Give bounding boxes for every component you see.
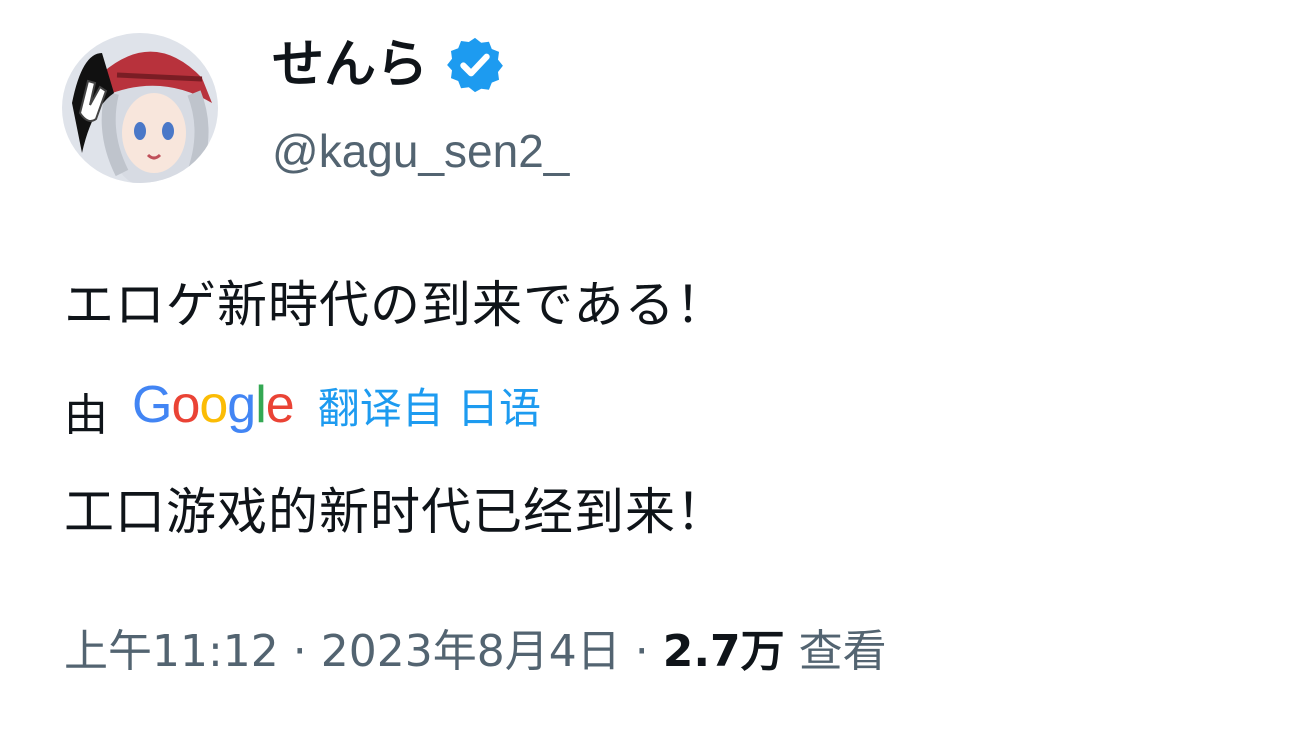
separator-dot: · <box>278 626 321 677</box>
tweet-date[interactable]: 2023年8月4日 <box>321 626 621 677</box>
google-logo-letter: G <box>132 376 172 434</box>
tweet-time[interactable]: 上午11:12 <box>64 626 279 677</box>
translated-from-link[interactable]: 翻译自 日语 <box>318 375 541 436</box>
translation-attribution: 由 Google 翻译自 日语 <box>64 370 541 441</box>
translate-by-label: 由 <box>64 390 108 441</box>
google-logo-letter: l <box>255 376 267 434</box>
google-logo-letter: o <box>199 376 228 434</box>
google-logo-letter: e <box>265 376 295 434</box>
views-label: 查看 <box>784 626 887 677</box>
views-count: 2.7万 <box>662 626 785 677</box>
google-logo-letter: g <box>227 376 256 434</box>
avatar[interactable] <box>62 33 218 183</box>
display-name[interactable]: せんら <box>272 30 428 100</box>
google-logo: Google <box>132 376 295 434</box>
tweet-text: エロゲ新時代の到来である！ <box>64 276 727 334</box>
verified-badge-icon <box>447 37 503 93</box>
tweet-metadata: 上午11:12 · 2023年8月4日 · 2.7万 查看 <box>64 622 887 682</box>
separator-dot: · <box>620 626 663 677</box>
anime-avatar-icon <box>62 33 218 183</box>
user-display-name-row[interactable]: せんら <box>272 30 506 100</box>
google-logo-letter: o <box>171 376 200 434</box>
translated-tweet-text: 工口游戏的新时代已经到来！ <box>64 483 727 541</box>
user-handle[interactable]: @kagu_sen2_ <box>272 121 569 181</box>
